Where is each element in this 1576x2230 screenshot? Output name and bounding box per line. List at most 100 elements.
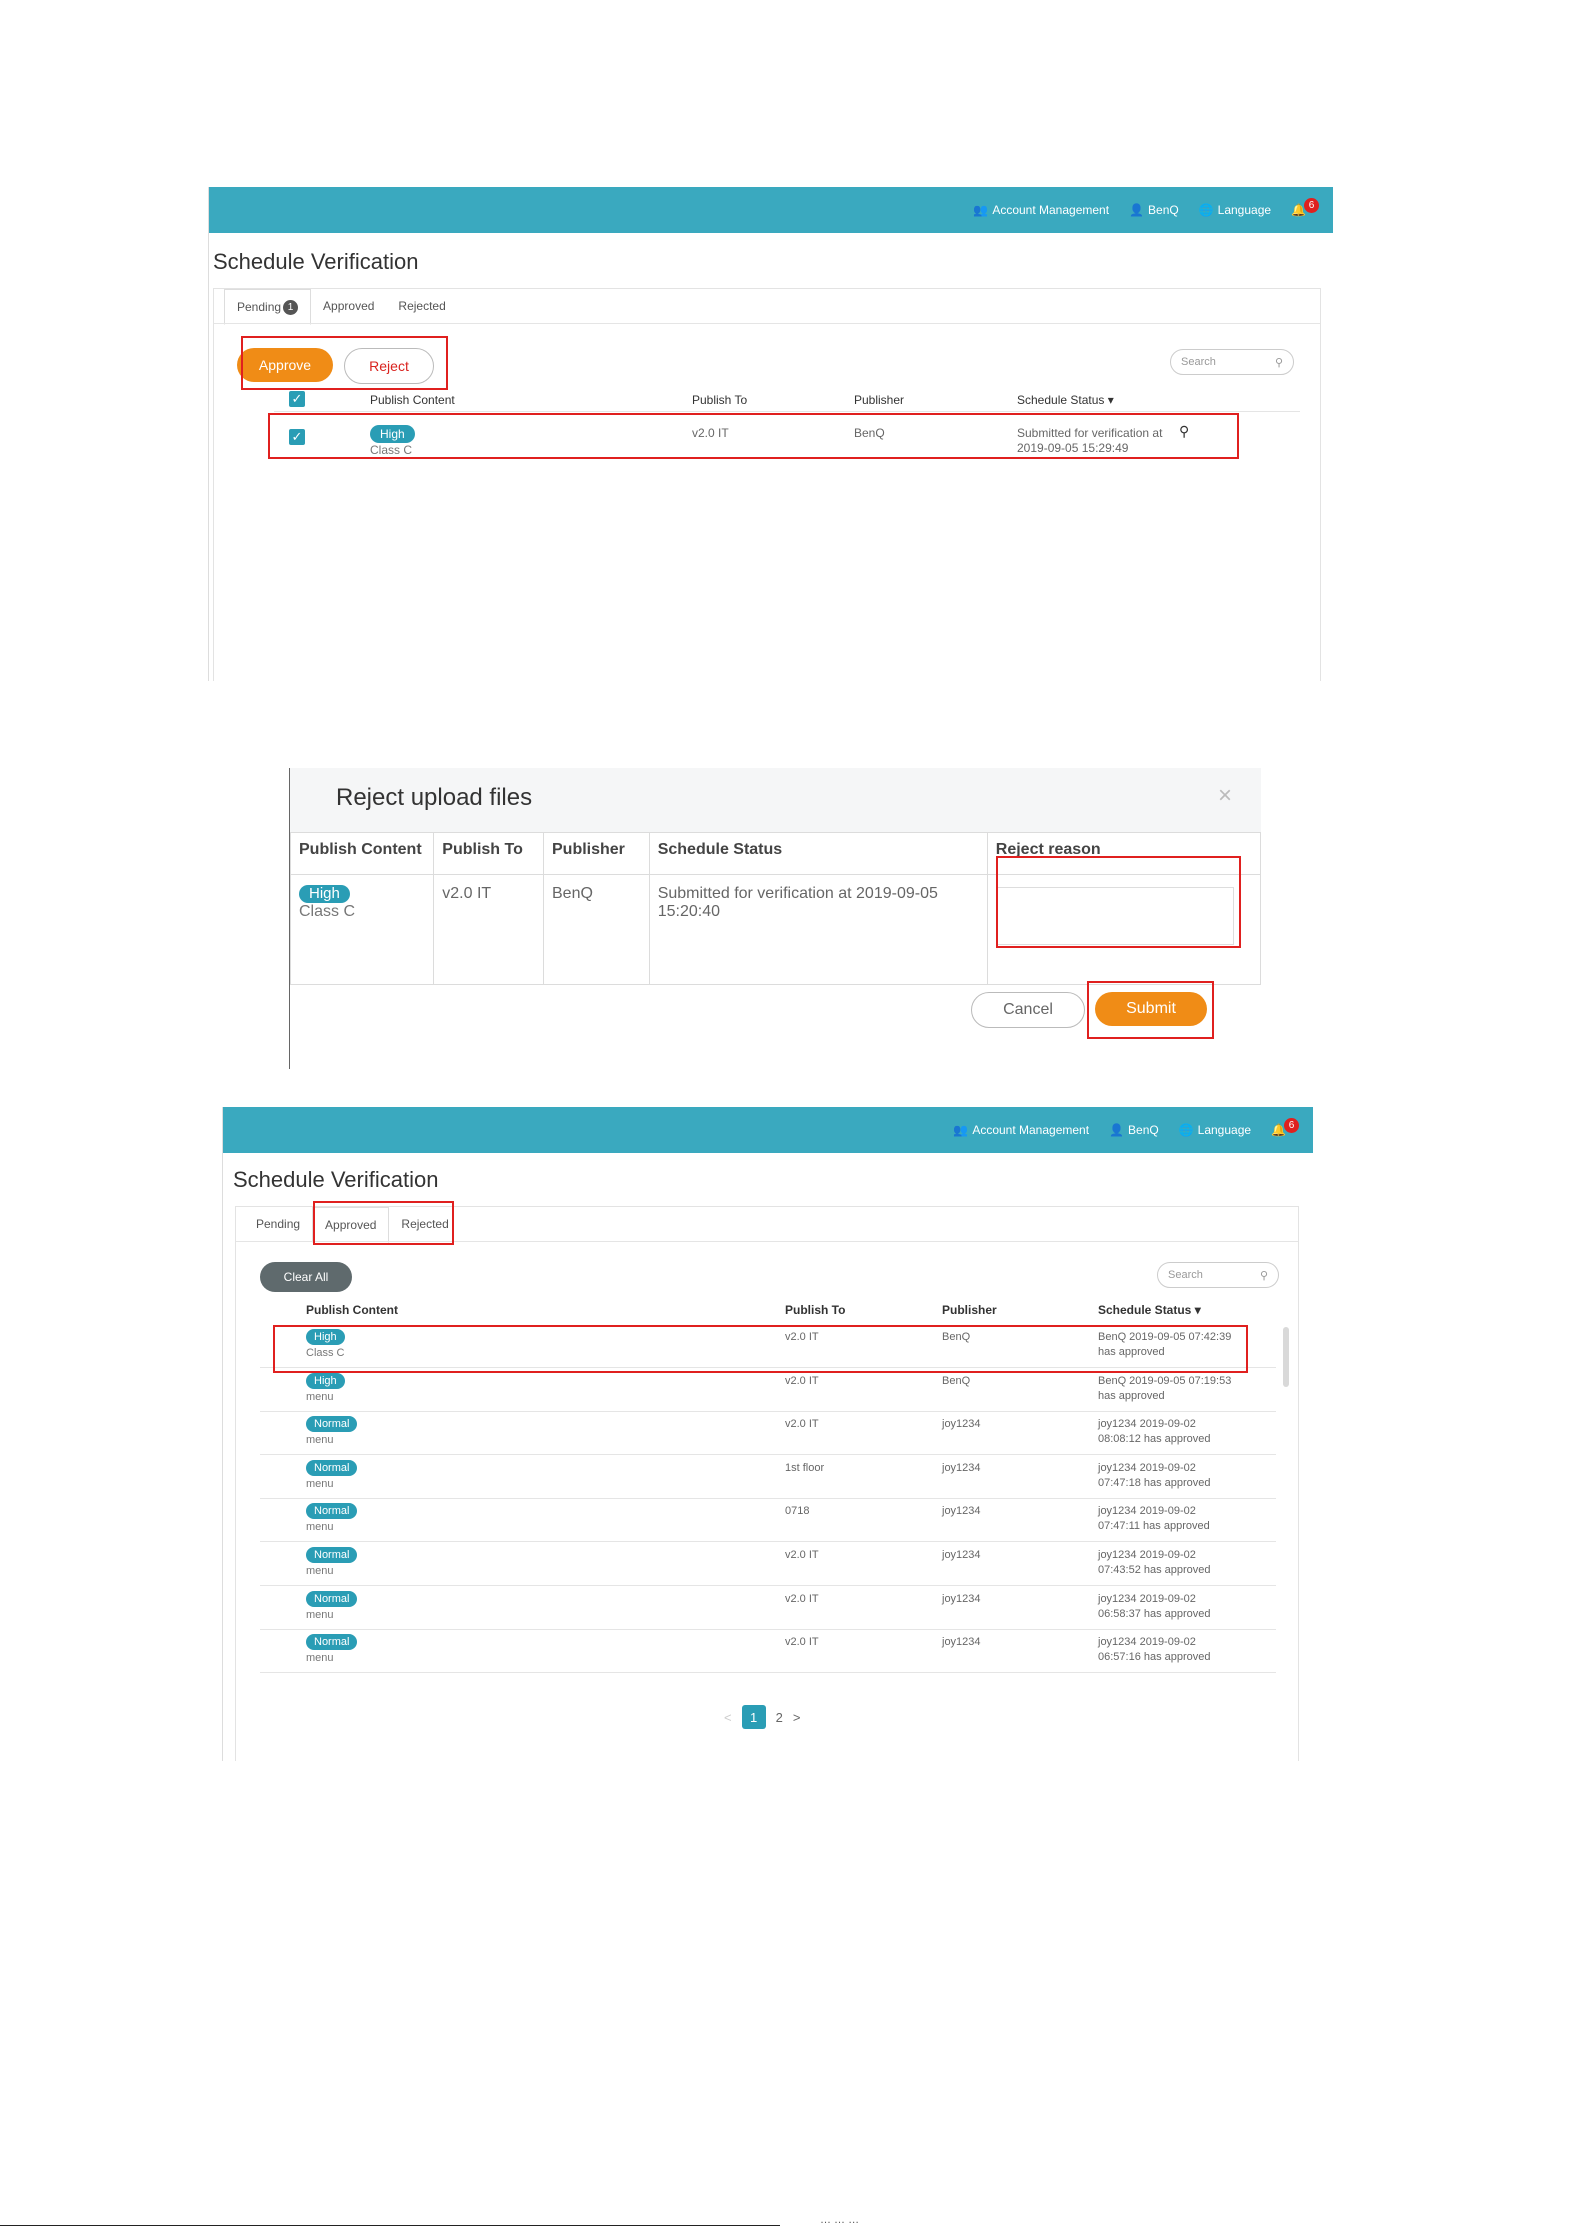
globe-icon: 🌐	[1198, 203, 1214, 217]
highlight-pending-row	[268, 413, 1239, 459]
table-row[interactable]: Normal menu v2.0 IT joy1234 joy1234 2019…	[236, 1412, 1276, 1456]
schedule-status: joy1234 2019-09-02 08:08:12 has approved	[1098, 1418, 1211, 1446]
clear-all-button[interactable]: Clear All	[260, 1262, 352, 1292]
select-all-checkbox[interactable]: ✓	[289, 391, 305, 407]
header-schedule-status: Schedule Status	[648, 832, 988, 875]
header-schedule-status[interactable]: Schedule Status ▾	[1017, 393, 1114, 407]
language-menu[interactable]: 🌐 Language	[1179, 1123, 1251, 1137]
content-name: menu	[306, 1521, 334, 1534]
notifications-button[interactable]: 🔔 6	[1291, 197, 1319, 217]
language-menu[interactable]: 🌐 Language	[1199, 203, 1271, 217]
content-name: menu	[306, 1434, 334, 1447]
user-menu[interactable]: 👤 BenQ	[1109, 1123, 1159, 1137]
page-title: Schedule Verification	[233, 1167, 439, 1192]
page-title: Schedule Verification	[213, 249, 419, 274]
top-nav: 👥 Account Management 👤 BenQ 🌐 Language 🔔…	[973, 187, 1319, 233]
top-bar: 👥 Account Management 👤 BenQ 🌐 Language 🔔…	[209, 187, 1333, 233]
priority-badge: Normal	[306, 1503, 358, 1520]
sort-down-icon: ▾	[1194, 1303, 1201, 1317]
pending-count-badge: 1	[283, 299, 299, 315]
publisher: joy1234	[942, 1636, 981, 1649]
header-publish-to: Publish To	[692, 393, 748, 407]
users-icon: 👥	[973, 203, 989, 217]
publish-to: 1st floor	[785, 1461, 825, 1474]
users-icon: 👥	[953, 1123, 969, 1137]
publish-to: v2.0 IT	[785, 1592, 819, 1605]
table-row[interactable]: High menu v2.0 IT BenQ BenQ 2019-09-05 0…	[236, 1369, 1276, 1412]
tab-pending[interactable]: Pending	[244, 1207, 312, 1241]
header-publisher: Publisher	[942, 1303, 997, 1317]
schedule-status: joy1234 2019-09-02 07:47:11 has approved	[1098, 1505, 1210, 1533]
notification-badge: 6	[1284, 1117, 1299, 1133]
priority-badge: Normal	[306, 1590, 358, 1607]
globe-icon: 🌐	[1178, 1123, 1194, 1137]
notification-badge: 6	[1304, 197, 1319, 213]
content-name: menu	[306, 1390, 334, 1403]
page-2-button[interactable]: 2	[776, 1710, 783, 1725]
page-1-button[interactable]: 1	[741, 1705, 766, 1729]
publisher: joy1234	[942, 1461, 981, 1474]
table-row[interactable]: Normal menu 1st floor joy1234 joy1234 20…	[236, 1456, 1276, 1499]
publisher: joy1234	[942, 1505, 981, 1518]
search-icon: ⚲	[1259, 1269, 1268, 1282]
sort-down-icon: ▾	[1107, 393, 1114, 407]
user-icon: 👤	[1129, 203, 1145, 217]
priority-badge: Normal	[306, 1416, 358, 1433]
schedule-status: BenQ 2019-09-05 07:19:53 has approved	[1098, 1374, 1232, 1402]
user-icon: 👤	[1109, 1123, 1125, 1137]
dialog-title: Reject upload files	[336, 784, 533, 811]
header-publish-content: Publish Content	[370, 393, 455, 407]
header-publish-content: Publish Content	[306, 1303, 398, 1317]
header-schedule-status[interactable]: Schedule Status ▾	[1098, 1303, 1201, 1317]
schedule-status: joy1234 2019-09-02 06:57:16 has approved	[1098, 1636, 1211, 1664]
highlight-submit-button	[1087, 981, 1214, 1039]
user-menu[interactable]: 👤 BenQ	[1129, 203, 1179, 217]
cancel-button[interactable]: Cancel	[971, 992, 1085, 1028]
top-bar: 👥 Account Management 👤 BenQ 🌐 Language 🔔…	[223, 1107, 1313, 1153]
priority-badge: High	[299, 885, 350, 903]
highlight-action-buttons	[241, 336, 448, 390]
schedule-status: joy1234 2019-09-02 06:58:37 has approved	[1098, 1592, 1211, 1620]
priority-badge: High	[306, 1372, 345, 1389]
table-row[interactable]: Normal menu 0718 joy1234 joy1234 2019-09…	[236, 1499, 1276, 1543]
search-icon: ⚲	[1274, 356, 1283, 369]
publish-to: v2.0 IT	[785, 1374, 819, 1387]
tab-approved[interactable]: Approved	[311, 289, 386, 323]
content-name: menu	[306, 1608, 334, 1621]
next-page-button[interactable]: >	[793, 1710, 801, 1725]
prev-page-button[interactable]: <	[724, 1710, 732, 1725]
table-row[interactable]: Normal menu v2.0 IT joy1234 joy1234 2019…	[236, 1630, 1276, 1674]
scrollbar[interactable]	[1283, 1327, 1289, 1387]
header-publisher: Publisher	[543, 832, 650, 875]
search-input[interactable]: Search ⚲	[1170, 349, 1294, 375]
priority-badge: Normal	[306, 1459, 358, 1476]
publisher: joy1234	[942, 1418, 981, 1431]
table-row[interactable]: Normal menu v2.0 IT joy1234 joy1234 2019…	[236, 1587, 1276, 1630]
publisher: BenQ	[942, 1374, 971, 1387]
content-name: menu	[306, 1565, 334, 1577]
tab-pending[interactable]: Pending 1	[224, 289, 312, 325]
schedule-status: joy1234 2019-09-02 07:43:52 has approved	[1098, 1549, 1211, 1576]
schedule-status: joy1234 2019-09-02 07:47:18 has approved	[1098, 1461, 1211, 1489]
publish-to: v2.0 IT	[785, 1636, 819, 1649]
top-nav: 👥 Account Management 👤 BenQ 🌐 Language 🔔…	[953, 1107, 1299, 1153]
account-management-link[interactable]: 👥 Account Management	[973, 203, 1109, 217]
publish-to: v2.0 IT	[785, 1418, 819, 1431]
notifications-button[interactable]: 🔔 6	[1271, 1117, 1299, 1137]
highlight-approved-row	[273, 1325, 1248, 1373]
publish-to: 0718	[785, 1505, 810, 1518]
priority-badge: Normal	[306, 1547, 358, 1563]
tab-rejected[interactable]: Rejected	[386, 289, 457, 323]
footer-text: … … …	[820, 2214, 860, 2226]
pagination: < 1 2 >	[724, 1705, 800, 1729]
table-row[interactable]: Normal menu v2.0 IT joy1234 joy1234 2019…	[236, 1543, 1276, 1586]
publish-to: v2.0 IT	[785, 1549, 819, 1561]
content-name: menu	[306, 1477, 334, 1490]
highlight-approved-rejected-tabs	[313, 1201, 454, 1245]
account-management-link[interactable]: 👥 Account Management	[953, 1123, 1089, 1137]
search-input[interactable]: Search ⚲	[1157, 1262, 1279, 1288]
dialog-header: Reject upload files ×	[290, 768, 1261, 832]
header-publish-to: Publish To	[785, 1303, 846, 1317]
header-publish-content: Publish Content	[290, 832, 435, 875]
close-icon[interactable]: ×	[1218, 782, 1232, 810]
